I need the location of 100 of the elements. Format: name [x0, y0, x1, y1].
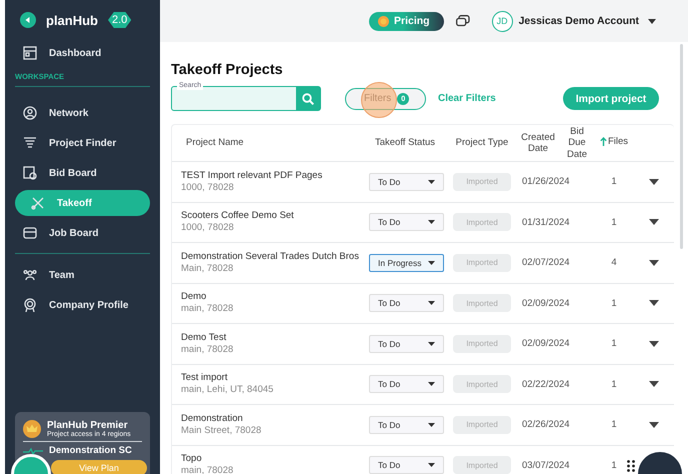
status-dropdown[interactable]: To Do — [369, 334, 444, 353]
type-tag: Imported — [453, 294, 511, 312]
calendar-icon — [23, 46, 37, 60]
expand-caret-icon[interactable] — [649, 300, 659, 306]
person-icon — [23, 106, 37, 120]
award-icon — [23, 298, 37, 312]
created-date: 02/26/2024 — [521, 419, 571, 430]
project-address: main, 78028 — [181, 344, 234, 356]
sort-arrow-icon — [600, 137, 607, 146]
search-icon — [302, 92, 314, 104]
project-address: Main, 78028 — [181, 262, 234, 275]
type-tag: Imported — [453, 254, 511, 272]
company-name: Demonstration SC — [49, 445, 132, 456]
scrollbar[interactable] — [680, 44, 683, 249]
file-count: 1 — [611, 378, 617, 390]
caret-down-icon — [428, 260, 435, 265]
grid-dots-icon[interactable] — [627, 460, 636, 472]
status-dropdown[interactable]: To Do — [369, 375, 444, 394]
project-address: 1000, 78028 — [181, 182, 235, 194]
nav-item[interactable]: Company Profile — [15, 292, 150, 318]
type-tag: Imported — [453, 456, 511, 474]
status-dropdown[interactable]: To Do — [369, 416, 444, 434]
nav-item[interactable]: Bid Board — [15, 160, 150, 186]
plan-title: PlanHub Premier — [47, 420, 128, 431]
file-count: 1 — [611, 216, 617, 228]
project-name[interactable]: Topo — [181, 453, 362, 466]
team-icon — [23, 268, 37, 282]
nav-item[interactable]: Job Board — [15, 220, 150, 246]
logo-text: planHub — [46, 12, 98, 28]
search-button[interactable] — [296, 87, 320, 110]
caret-down-icon — [428, 180, 435, 184]
expand-caret-icon[interactable] — [649, 178, 659, 185]
expand-caret-icon[interactable] — [649, 340, 659, 347]
click-highlight — [361, 82, 397, 118]
status-dropdown[interactable]: To Do — [369, 294, 444, 312]
funnel-icon — [23, 136, 37, 150]
expand-caret-icon[interactable] — [649, 422, 659, 428]
expand-caret-icon[interactable] — [649, 219, 659, 226]
page-title: Takeoff Projects — [171, 62, 284, 78]
project-address: Main Street, 78028 — [181, 424, 262, 437]
file-count: 1 — [611, 460, 617, 471]
type-tag: Imported — [453, 334, 511, 353]
status-dropdown[interactable]: To Do — [369, 172, 444, 191]
nav-item[interactable]: Team — [15, 262, 150, 288]
created-date: 03/07/2024 — [521, 460, 571, 471]
column-header[interactable]: Project Name — [186, 137, 244, 149]
created-date: 02/09/2024 — [521, 338, 571, 350]
nav-item[interactable]: Project Finder — [15, 130, 150, 156]
collapse-icon — [20, 12, 36, 28]
file-count: 4 — [611, 257, 617, 268]
project-address: main, Lehi, UT, 84045 — [181, 384, 274, 396]
version-badge: 2.0 — [108, 12, 132, 28]
column-header[interactable]: Project Type — [456, 137, 508, 149]
status-dropdown[interactable]: To Do — [369, 456, 444, 474]
column-header[interactable]: Bid Due Date — [566, 126, 588, 160]
created-date: 01/31/2024 — [521, 216, 571, 228]
project-name[interactable]: Demo — [181, 291, 362, 304]
nav-item[interactable]: Network — [15, 100, 150, 126]
chat-icon[interactable] — [456, 14, 470, 28]
project-name[interactable]: Demonstration — [181, 412, 362, 425]
project-address: 1000, 78028 — [181, 222, 235, 234]
account-name[interactable]: Jessicas Demo Account — [518, 15, 639, 27]
expand-caret-icon[interactable] — [649, 381, 659, 388]
column-header[interactable]: Files — [608, 136, 628, 148]
status-dropdown[interactable]: To Do — [369, 213, 444, 232]
project-name[interactable]: Test import — [181, 372, 362, 384]
type-tag: Imported — [453, 375, 511, 394]
pricing-button[interactable]: Pricing — [368, 12, 444, 30]
project-name[interactable]: Scooters Coffee Demo Set — [181, 210, 362, 222]
nav-item[interactable]: Dashboard — [15, 40, 150, 66]
caret-down-icon — [428, 382, 435, 386]
caret-down-icon — [428, 301, 435, 306]
project-name[interactable]: Demonstration Several Trades Dutch Bros — [181, 250, 362, 263]
crossed-tools-icon — [31, 196, 45, 210]
board-icon — [23, 226, 37, 240]
project-address: main, 78028 — [181, 303, 234, 316]
type-tag: Imported — [453, 416, 511, 434]
caret-down-icon[interactable] — [648, 18, 656, 24]
caret-down-icon — [428, 220, 435, 224]
type-tag: Imported — [453, 172, 511, 191]
calendar-clock-icon — [23, 166, 37, 180]
caret-down-icon — [428, 422, 435, 427]
created-date: 02/09/2024 — [521, 298, 571, 309]
search-field[interactable] — [171, 86, 321, 111]
column-header[interactable]: Created Date — [521, 132, 555, 154]
project-name[interactable]: Demo Test — [181, 332, 362, 344]
created-date: 02/22/2024 — [521, 378, 571, 390]
sun-icon — [378, 16, 389, 26]
project-name[interactable]: TEST Import relevant PDF Pages — [181, 170, 362, 182]
file-count: 1 — [611, 176, 617, 188]
file-count: 1 — [611, 338, 617, 350]
type-tag: Imported — [453, 213, 511, 232]
created-date: 02/07/2024 — [521, 257, 571, 268]
company-logo-icon — [23, 446, 43, 454]
created-date: 01/26/2024 — [521, 176, 571, 188]
status-dropdown[interactable]: In Progress — [369, 254, 444, 272]
caret-down-icon — [428, 342, 435, 346]
crown-icon — [23, 420, 41, 438]
expand-caret-icon[interactable] — [649, 260, 659, 266]
column-header[interactable]: Takeoff Status — [374, 137, 436, 149]
